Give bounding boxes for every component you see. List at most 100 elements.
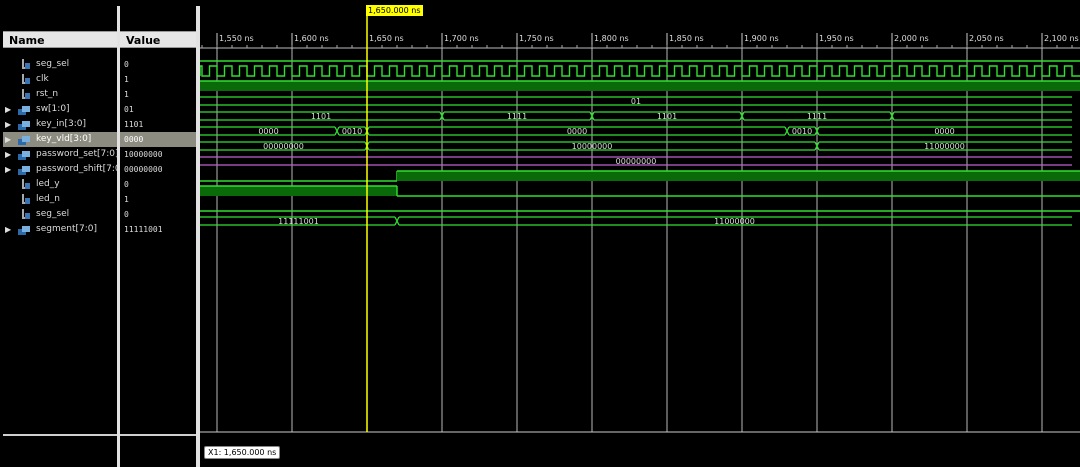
- signal-name-label: rst_n: [36, 89, 59, 99]
- bit-signal-icon: [18, 194, 31, 205]
- signal-row[interactable]: ▶ password_set[7:0]: [3, 147, 119, 162]
- bus-signal-icon: [18, 119, 31, 130]
- signal-row[interactable]: led_y: [3, 177, 117, 192]
- ruler-tick-label: 1,550 ns: [219, 34, 254, 43]
- signal-name-label: password_set[7:0]: [36, 149, 119, 159]
- bus-value-label: 0000: [567, 127, 587, 136]
- signal-value-row[interactable]: 0: [120, 57, 196, 72]
- bus-transition: [334, 126, 340, 136]
- signal-name-label: segment[7:0]: [36, 224, 97, 234]
- ruler-tick-label: 1,750 ns: [519, 34, 554, 43]
- signal-row[interactable]: seg_sel: [3, 207, 117, 222]
- bus-value-label: 01: [631, 97, 641, 106]
- signal-value-row[interactable]: 1101: [120, 117, 196, 132]
- bus-value-label: 11000000: [714, 217, 755, 226]
- signal-value-text: 11111001: [124, 225, 163, 234]
- clock-wave: [200, 65, 1080, 77]
- cursor-time-label[interactable]: 1,650.000 ns: [366, 5, 423, 16]
- signal-name-label: password_shift[7:0]: [36, 164, 125, 174]
- expand-arrow-icon[interactable]: ▶: [5, 117, 13, 132]
- ruler-tick-label: 1,600 ns: [294, 34, 329, 43]
- bus-value-label: 0000: [258, 127, 278, 136]
- ruler-tick-label: 2,100 ns: [1044, 34, 1079, 43]
- signal-row[interactable]: ▶ password_shift[7:0]: [3, 162, 124, 177]
- signal-row[interactable]: ▶ key_vld[3:0]: [3, 132, 117, 147]
- ruler-tick-label: 2,000 ns: [894, 34, 929, 43]
- bus-signal-icon: [18, 224, 31, 235]
- signal-name-label: led_n: [36, 194, 60, 204]
- ruler-tick-label: 1,900 ns: [744, 34, 779, 43]
- signal-value-row[interactable]: 0: [120, 207, 196, 222]
- signal-value-text: 0000: [124, 135, 144, 144]
- signal-row[interactable]: rst_n: [3, 87, 117, 102]
- signal-name-label: clk: [36, 74, 49, 84]
- signal-row[interactable]: ▶ segment[7:0]: [3, 222, 117, 237]
- cursor-x1-readout: X1: 1,650.000 ns: [204, 446, 281, 459]
- high-fill: [200, 81, 1080, 91]
- expand-arrow-icon[interactable]: ▶: [5, 222, 13, 237]
- bus-value-label: 1101: [311, 112, 331, 121]
- signal-value-row[interactable]: 1: [120, 87, 196, 102]
- waveform-svg[interactable]: 1,550 ns 1,600 ns 1,650 ns 1,700 ns 1,750 ns…: [200, 0, 1080, 467]
- expand-arrow-icon[interactable]: ▶: [5, 162, 13, 177]
- signal-name-label: sw[1:0]: [36, 104, 70, 114]
- signal-name-label: key_in[3:0]: [36, 119, 86, 129]
- signal-value-row[interactable]: 10000000: [120, 147, 196, 162]
- bus-value-label: 11111001: [278, 217, 319, 226]
- signal-value-row[interactable]: 0: [120, 177, 196, 192]
- expand-arrow-icon[interactable]: ▶: [5, 102, 13, 117]
- bus-value-label: 0000: [934, 127, 954, 136]
- signal-row[interactable]: clk: [3, 72, 117, 87]
- bus-value-label: 00000000: [263, 142, 304, 151]
- bus-signal-icon: [18, 104, 31, 115]
- bus-signal-icon: [18, 164, 31, 175]
- signal-value-text: 1: [124, 195, 129, 204]
- signal-name-label: key_vld[3:0]: [36, 134, 92, 144]
- ruler-tick-label: 1,950 ns: [819, 34, 854, 43]
- bus-transition: [394, 216, 400, 226]
- name-column-header[interactable]: Name: [3, 31, 117, 48]
- signal-value-text: 01: [124, 105, 134, 114]
- high-fill: [397, 171, 1080, 181]
- signal-value-text: 1: [124, 90, 129, 99]
- signal-value-row[interactable]: 00000000: [120, 162, 196, 177]
- bit-signal-icon: [18, 74, 31, 85]
- signal-value-column: Value 0 1 1 01 1101 0000 10000000 00000000 0 1 0 11…: [120, 8, 196, 462]
- bus-value-label: 10000000: [572, 142, 613, 151]
- signal-value-row[interactable]: 1: [120, 192, 196, 207]
- expand-arrow-icon[interactable]: ▶: [5, 132, 13, 147]
- signal-value-row[interactable]: 1: [120, 72, 196, 87]
- expand-arrow-icon[interactable]: ▶: [5, 147, 13, 162]
- ruler-tick-label: 1,700 ns: [444, 34, 479, 43]
- ruler-tick-label: 1,850 ns: [669, 34, 704, 43]
- bus-signal-icon: [18, 134, 31, 145]
- value-column-header[interactable]: Value: [120, 31, 196, 48]
- signal-name-label: seg_sel: [36, 59, 70, 69]
- signal-value-text: 0: [124, 180, 129, 189]
- bus-value-label: 0010: [792, 127, 812, 136]
- signal-value-text: 00000000: [124, 165, 163, 174]
- signal-row[interactable]: ▶ key_in[3:0]: [3, 117, 117, 132]
- bit-signal-icon: [18, 89, 31, 100]
- signal-value-text: 1: [124, 75, 129, 84]
- bit-signal-icon: [18, 179, 31, 190]
- waveform-canvas[interactable]: 1,550 ns 1,600 ns 1,650 ns 1,700 ns 1,750 ns…: [200, 0, 1080, 467]
- signal-row[interactable]: ▶ sw[1:0]: [3, 102, 117, 117]
- signal-value-text: 10000000: [124, 150, 163, 159]
- bus-value-label: 11000000: [924, 142, 965, 151]
- bus-value-label: 1101: [657, 112, 677, 121]
- ruler-tick-label: 1,800 ns: [594, 34, 629, 43]
- signal-row[interactable]: led_n: [3, 192, 117, 207]
- signal-name-label: seg_sel: [36, 209, 70, 219]
- signal-row[interactable]: seg_sel: [3, 57, 117, 72]
- bit-signal-icon: [18, 209, 31, 220]
- signal-value-row[interactable]: 01: [120, 102, 196, 117]
- bus-value-label: 00000000: [616, 157, 657, 166]
- bus-signal-icon: [18, 149, 31, 160]
- ruler-tick-label: 2,050 ns: [969, 34, 1004, 43]
- bus-value-label: 0010: [342, 127, 362, 136]
- signal-name-label: led_y: [36, 179, 60, 189]
- signal-value-row[interactable]: 11111001: [120, 222, 196, 237]
- bus-value-label: 1111: [807, 112, 827, 121]
- signal-value-row[interactable]: 0000: [120, 132, 196, 147]
